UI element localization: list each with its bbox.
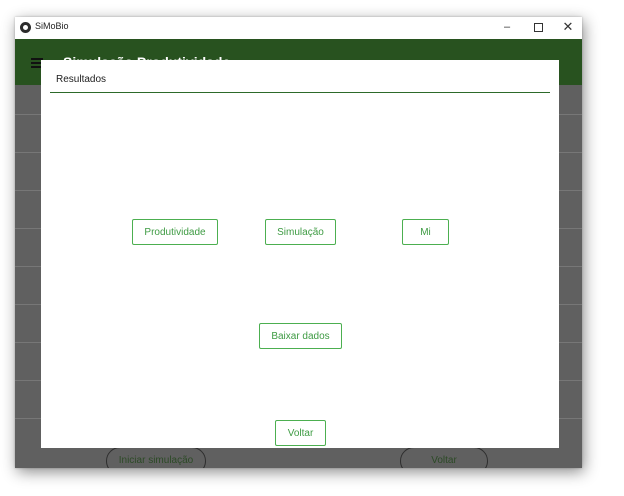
- mi-button[interactable]: Mi: [402, 219, 449, 245]
- window-title: SiMoBio: [35, 21, 69, 31]
- produtividade-button[interactable]: Produtividade: [132, 219, 218, 245]
- simulacao-button[interactable]: Simulação: [265, 219, 336, 245]
- download-data-button[interactable]: Baixar dados: [259, 323, 342, 349]
- maximize-icon: [533, 23, 543, 32]
- results-dialog: Resultados Produtividade Simulação Mi Ba…: [41, 60, 559, 448]
- back-button[interactable]: Voltar: [275, 420, 326, 446]
- maximize-button[interactable]: [523, 17, 553, 39]
- dialog-divider: [50, 92, 550, 93]
- dialog-title: Resultados: [56, 74, 107, 85]
- start-simulation-button: Iniciar simulação: [106, 447, 206, 468]
- app-logo-icon: [20, 22, 31, 33]
- title-bar: SiMoBio – ✕: [15, 17, 582, 39]
- minimize-button[interactable]: –: [492, 17, 522, 39]
- close-button[interactable]: ✕: [553, 17, 582, 39]
- background-back-button: Voltar: [400, 447, 488, 468]
